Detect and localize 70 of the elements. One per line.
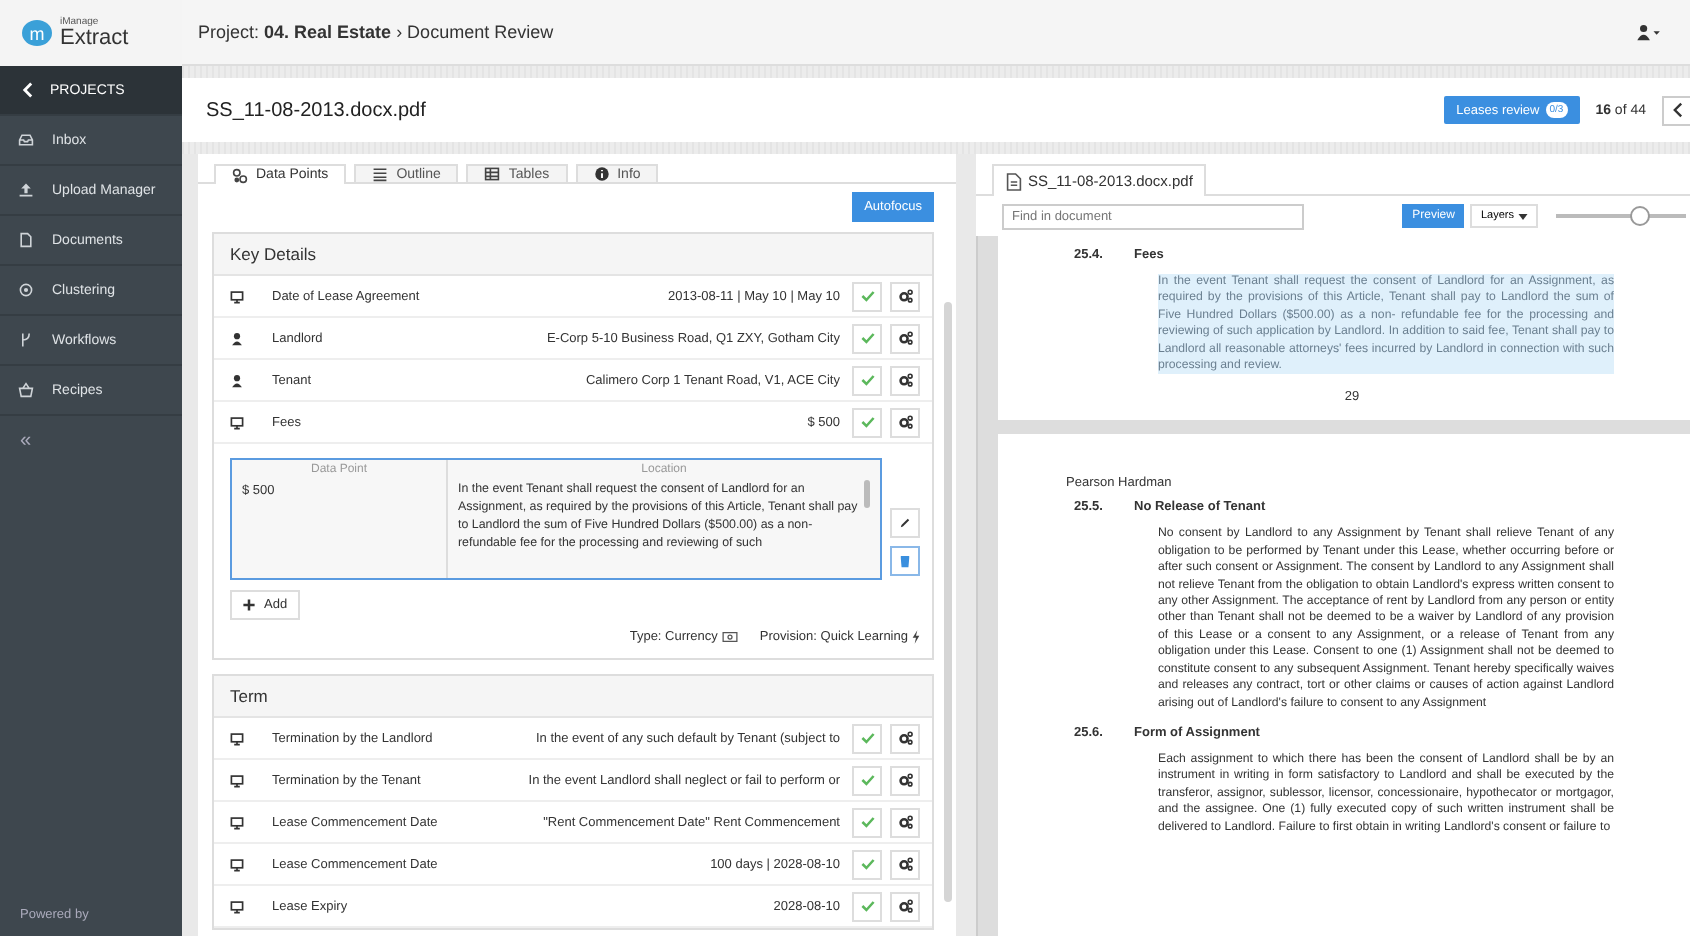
gears-icon [897,730,913,746]
person-icon [230,373,244,387]
info-icon [593,166,610,182]
section-title: Key Details [214,234,932,276]
document-title: SS_11-08-2013.docx.pdf [206,99,426,121]
collapse-button[interactable]: « [0,414,182,466]
monitor-icon [230,773,244,787]
scrollbar[interactable] [944,302,952,902]
inbox-icon [18,132,34,148]
trash-icon [898,554,912,568]
gears-icon [897,856,913,872]
table-icon [484,166,501,182]
user-icon [1636,23,1662,41]
previous-button[interactable] [1662,95,1690,125]
caret-icon [1518,213,1528,219]
check-icon [859,414,875,430]
check-icon [859,814,875,830]
monitor-icon [230,415,244,429]
check-icon [859,372,875,388]
check-icon [859,730,875,746]
person-icon [230,331,244,345]
list-icon [372,166,389,182]
delete-button[interactable] [890,546,920,576]
settings-button[interactable] [890,891,920,921]
gears-icon [897,330,913,346]
settings-button[interactable] [890,807,920,837]
monitor-icon [230,899,244,913]
settings-button[interactable] [890,765,920,795]
file-icon [1006,171,1022,191]
chevron-left-icon [20,82,36,98]
monitor-icon [230,289,244,303]
settings-button[interactable] [890,281,920,311]
settings-button[interactable] [890,365,920,395]
plus-icon [242,598,256,612]
settings-button[interactable] [890,849,920,879]
target-icon [18,282,34,298]
monitor-icon [230,815,244,829]
scrollbar[interactable] [864,480,870,508]
logo-icon: m [22,20,52,46]
gears-icon [897,372,913,388]
edit-button[interactable] [890,508,920,538]
gears-icon [897,814,913,830]
breadcrumb: Project: 04. Real Estate › Document Review [198,22,554,42]
lightning-icon [912,630,920,644]
section-title: Term [214,676,932,718]
monitor-icon [230,731,244,745]
banknote-icon [721,632,738,642]
check-icon [859,898,875,914]
check-icon [859,856,875,872]
logo-product: Extract [60,27,129,49]
gears-icon [897,288,913,304]
document-icon [18,232,34,248]
settings-button[interactable] [890,323,920,353]
slider-thumb[interactable] [1630,206,1651,226]
settings-button[interactable] [890,407,920,437]
gears-icon [897,414,913,430]
fork-icon [18,332,34,348]
check-icon [859,772,875,788]
chevron-left-icon [1669,102,1685,118]
check-icon [859,288,875,304]
upload-icon [18,182,34,198]
basket-icon [18,382,34,398]
pencil-icon [898,516,912,530]
gears-icon [897,898,913,914]
check-icon [859,330,875,346]
monitor-icon [230,857,244,871]
gears-icon [897,772,913,788]
sitemap-icon [232,167,248,183]
settings-button[interactable] [890,723,920,753]
user-menu[interactable] [1636,23,1662,41]
